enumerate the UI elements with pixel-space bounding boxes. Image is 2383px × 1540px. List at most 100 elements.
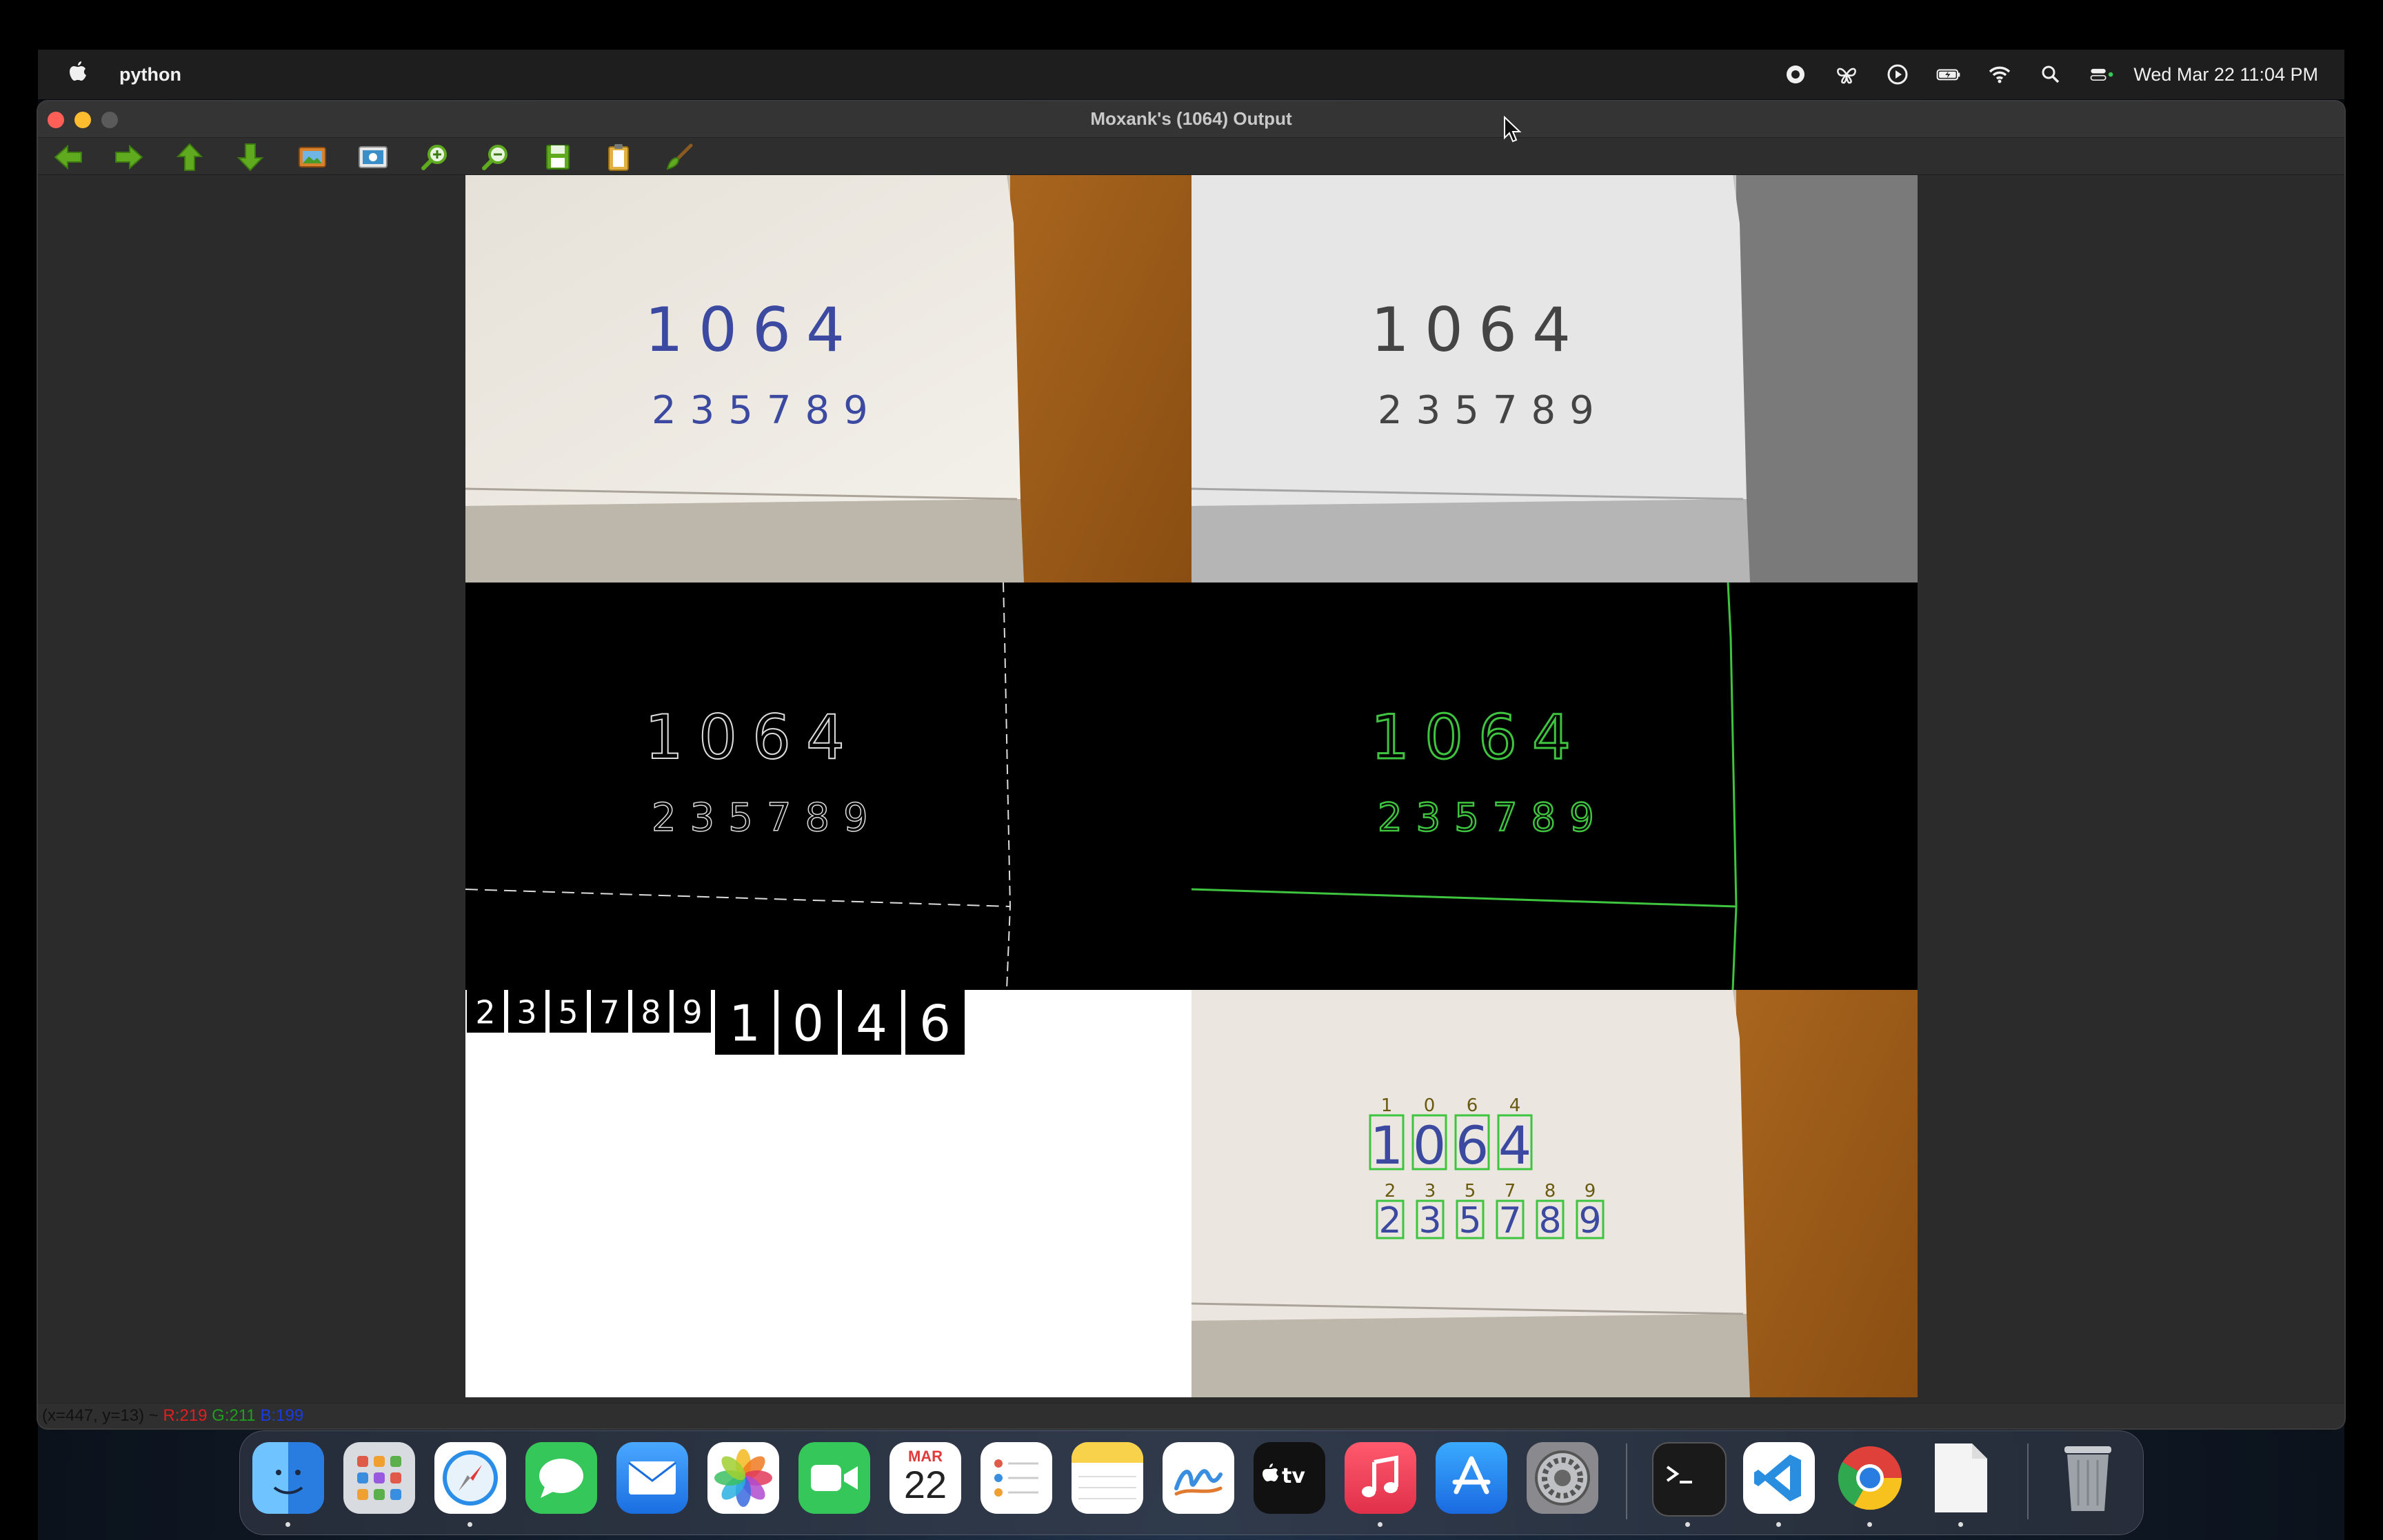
- predicted-digit-label: 1: [1381, 1095, 1393, 1116]
- digit-glyph: 2: [1378, 1200, 1401, 1242]
- zoom-out-icon[interactable]: [478, 142, 514, 172]
- mail-icon[interactable]: [616, 1442, 688, 1514]
- extracted-digit-label: 7: [599, 993, 619, 1031]
- app-name[interactable]: python: [119, 64, 181, 85]
- clipboard-icon[interactable]: [601, 142, 636, 172]
- predicted-digit-label: 7: [1505, 1181, 1516, 1202]
- vscode-icon[interactable]: [1743, 1442, 1815, 1514]
- digit-glyph: 0: [1413, 1115, 1446, 1176]
- document-icon[interactable]: [1925, 1442, 1997, 1514]
- screenshot-icon[interactable]: [355, 142, 391, 172]
- dock: MAR 22 tv: [239, 1430, 2144, 1535]
- top-number-text: 1064: [645, 294, 860, 365]
- extracted-digit-label: 8: [641, 993, 661, 1031]
- zoom-in-icon[interactable]: [417, 142, 453, 172]
- brush-icon[interactable]: [661, 142, 697, 172]
- annotated-result-panel: 11006644223355778899: [1192, 990, 1918, 1397]
- digit-glyph: 8: [1538, 1200, 1561, 1242]
- predicted-digit-label: 3: [1425, 1181, 1436, 1202]
- image-toolbar: [38, 138, 2344, 175]
- predicted-digit-label: 9: [1585, 1181, 1596, 1202]
- search-icon[interactable]: [2038, 62, 2063, 87]
- terminal-icon[interactable]: [1652, 1442, 1727, 1517]
- messages-icon[interactable]: [525, 1442, 597, 1514]
- contour-top-number-text: 1064: [1371, 702, 1586, 773]
- pixel-status-bar: (x=447, y=13) ~ R:219 G:211 B:199: [38, 1403, 2344, 1428]
- digit-glyph: 4: [1498, 1115, 1531, 1176]
- svg-text:tv: tv: [1282, 1464, 1305, 1488]
- wifi-icon[interactable]: [1987, 62, 2012, 87]
- digit-glyph: 7: [1498, 1200, 1521, 1242]
- extracted-digit-label: 0: [792, 994, 824, 1052]
- play-circle-icon[interactable]: [1885, 62, 1910, 87]
- contour-map-panel: 1064 235789: [1192, 582, 1918, 990]
- system-settings-icon[interactable]: [1527, 1442, 1598, 1514]
- facetime-icon[interactable]: [798, 1442, 870, 1514]
- extracted-digit-label: 5: [558, 993, 578, 1031]
- chrome-icon[interactable]: [1834, 1442, 1906, 1514]
- extracted-digit-tile: 4: [842, 990, 901, 1055]
- menu-bar: python Wed Mar 22 11:04 PM: [38, 50, 2344, 99]
- record-icon[interactable]: [1783, 62, 1808, 87]
- original-image-panel: 1064 235789: [465, 175, 1192, 582]
- battery-icon[interactable]: [1936, 62, 1961, 87]
- window-titlebar[interactable]: Moxank's (1064) Output: [38, 101, 2344, 138]
- digit-glyph: 6: [1456, 1115, 1489, 1176]
- calendar-icon[interactable]: MAR 22: [889, 1442, 961, 1514]
- digit-glyph: 1: [1370, 1115, 1403, 1176]
- gray-bottom-number-text: 235789: [1378, 388, 1608, 433]
- photos-icon[interactable]: [707, 1442, 779, 1514]
- apple-tv-icon[interactable]: tv: [1254, 1442, 1325, 1514]
- status-blue-value: B:199: [260, 1406, 304, 1425]
- status-green-value: G:211: [212, 1406, 256, 1425]
- back-arrow-icon[interactable]: [50, 142, 86, 172]
- app-store-icon[interactable]: [1436, 1442, 1507, 1514]
- extracted-digit-label: 6: [919, 994, 951, 1052]
- digit-glyph: 5: [1458, 1200, 1481, 1242]
- launchpad-icon[interactable]: [343, 1442, 415, 1514]
- butterfly-icon[interactable]: [1834, 62, 1859, 87]
- extracted-digit-tile: 5: [550, 990, 587, 1033]
- extracted-digit-label: 4: [856, 994, 887, 1052]
- image-icon[interactable]: [294, 142, 330, 172]
- predicted-digit-label: 8: [1545, 1181, 1556, 1202]
- extracted-digit-tile: 2: [467, 990, 504, 1033]
- contour-bottom-number-text: 235789: [1378, 796, 1608, 840]
- down-arrow-icon[interactable]: [232, 142, 268, 172]
- extracted-digit-label: 3: [516, 993, 536, 1031]
- extracted-digit-label: 2: [475, 993, 495, 1031]
- extracted-digit-tile: 7: [591, 990, 628, 1033]
- control-center-icon[interactable]: [2089, 62, 2114, 87]
- extracted-digit-label: 1: [729, 994, 761, 1052]
- save-icon[interactable]: [540, 142, 576, 172]
- digit-strip-panel: 2357891046: [465, 990, 1192, 1397]
- predicted-digit-label: 4: [1509, 1095, 1521, 1116]
- finder-icon[interactable]: [252, 1442, 324, 1514]
- predicted-digit-label: 0: [1424, 1095, 1436, 1116]
- trash-icon[interactable]: [2052, 1442, 2124, 1514]
- extracted-digit-label: 9: [682, 993, 702, 1031]
- edge-map-panel: 1064 235789: [465, 582, 1192, 990]
- extracted-digit-tile: 1: [715, 990, 774, 1055]
- window-title: Moxank's (1064) Output: [1090, 108, 1292, 129]
- music-icon[interactable]: [1345, 1442, 1416, 1514]
- apple-icon[interactable]: [64, 60, 92, 89]
- status-red-value: R:219: [163, 1406, 208, 1425]
- reminders-icon[interactable]: [981, 1442, 1052, 1514]
- output-window: Moxank's (1064) Output 1064 235789 1064 …: [38, 101, 2344, 1428]
- up-arrow-icon[interactable]: [172, 142, 208, 172]
- status-coordinates: (x=447, y=13) ~: [42, 1406, 163, 1425]
- predicted-digit-label: 5: [1465, 1181, 1476, 1202]
- extracted-digit-tile: 6: [905, 990, 965, 1055]
- image-canvas[interactable]: 1064 235789 1064 235789 1064 235789 1064…: [38, 175, 2344, 1402]
- menubar-clock[interactable]: Wed Mar 22 11:04 PM: [2133, 64, 2318, 85]
- predicted-digit-label: 2: [1385, 1181, 1396, 1202]
- extracted-digit-tile: 0: [778, 990, 838, 1055]
- gray-top-number-text: 1064: [1371, 294, 1586, 365]
- safari-icon[interactable]: [434, 1442, 506, 1514]
- notes-icon[interactable]: [1072, 1442, 1143, 1514]
- digit-glyph: 9: [1578, 1200, 1601, 1242]
- edge-top-number-text: 1064: [645, 702, 860, 773]
- forward-arrow-icon[interactable]: [111, 142, 147, 172]
- freeform-icon[interactable]: [1163, 1442, 1234, 1514]
